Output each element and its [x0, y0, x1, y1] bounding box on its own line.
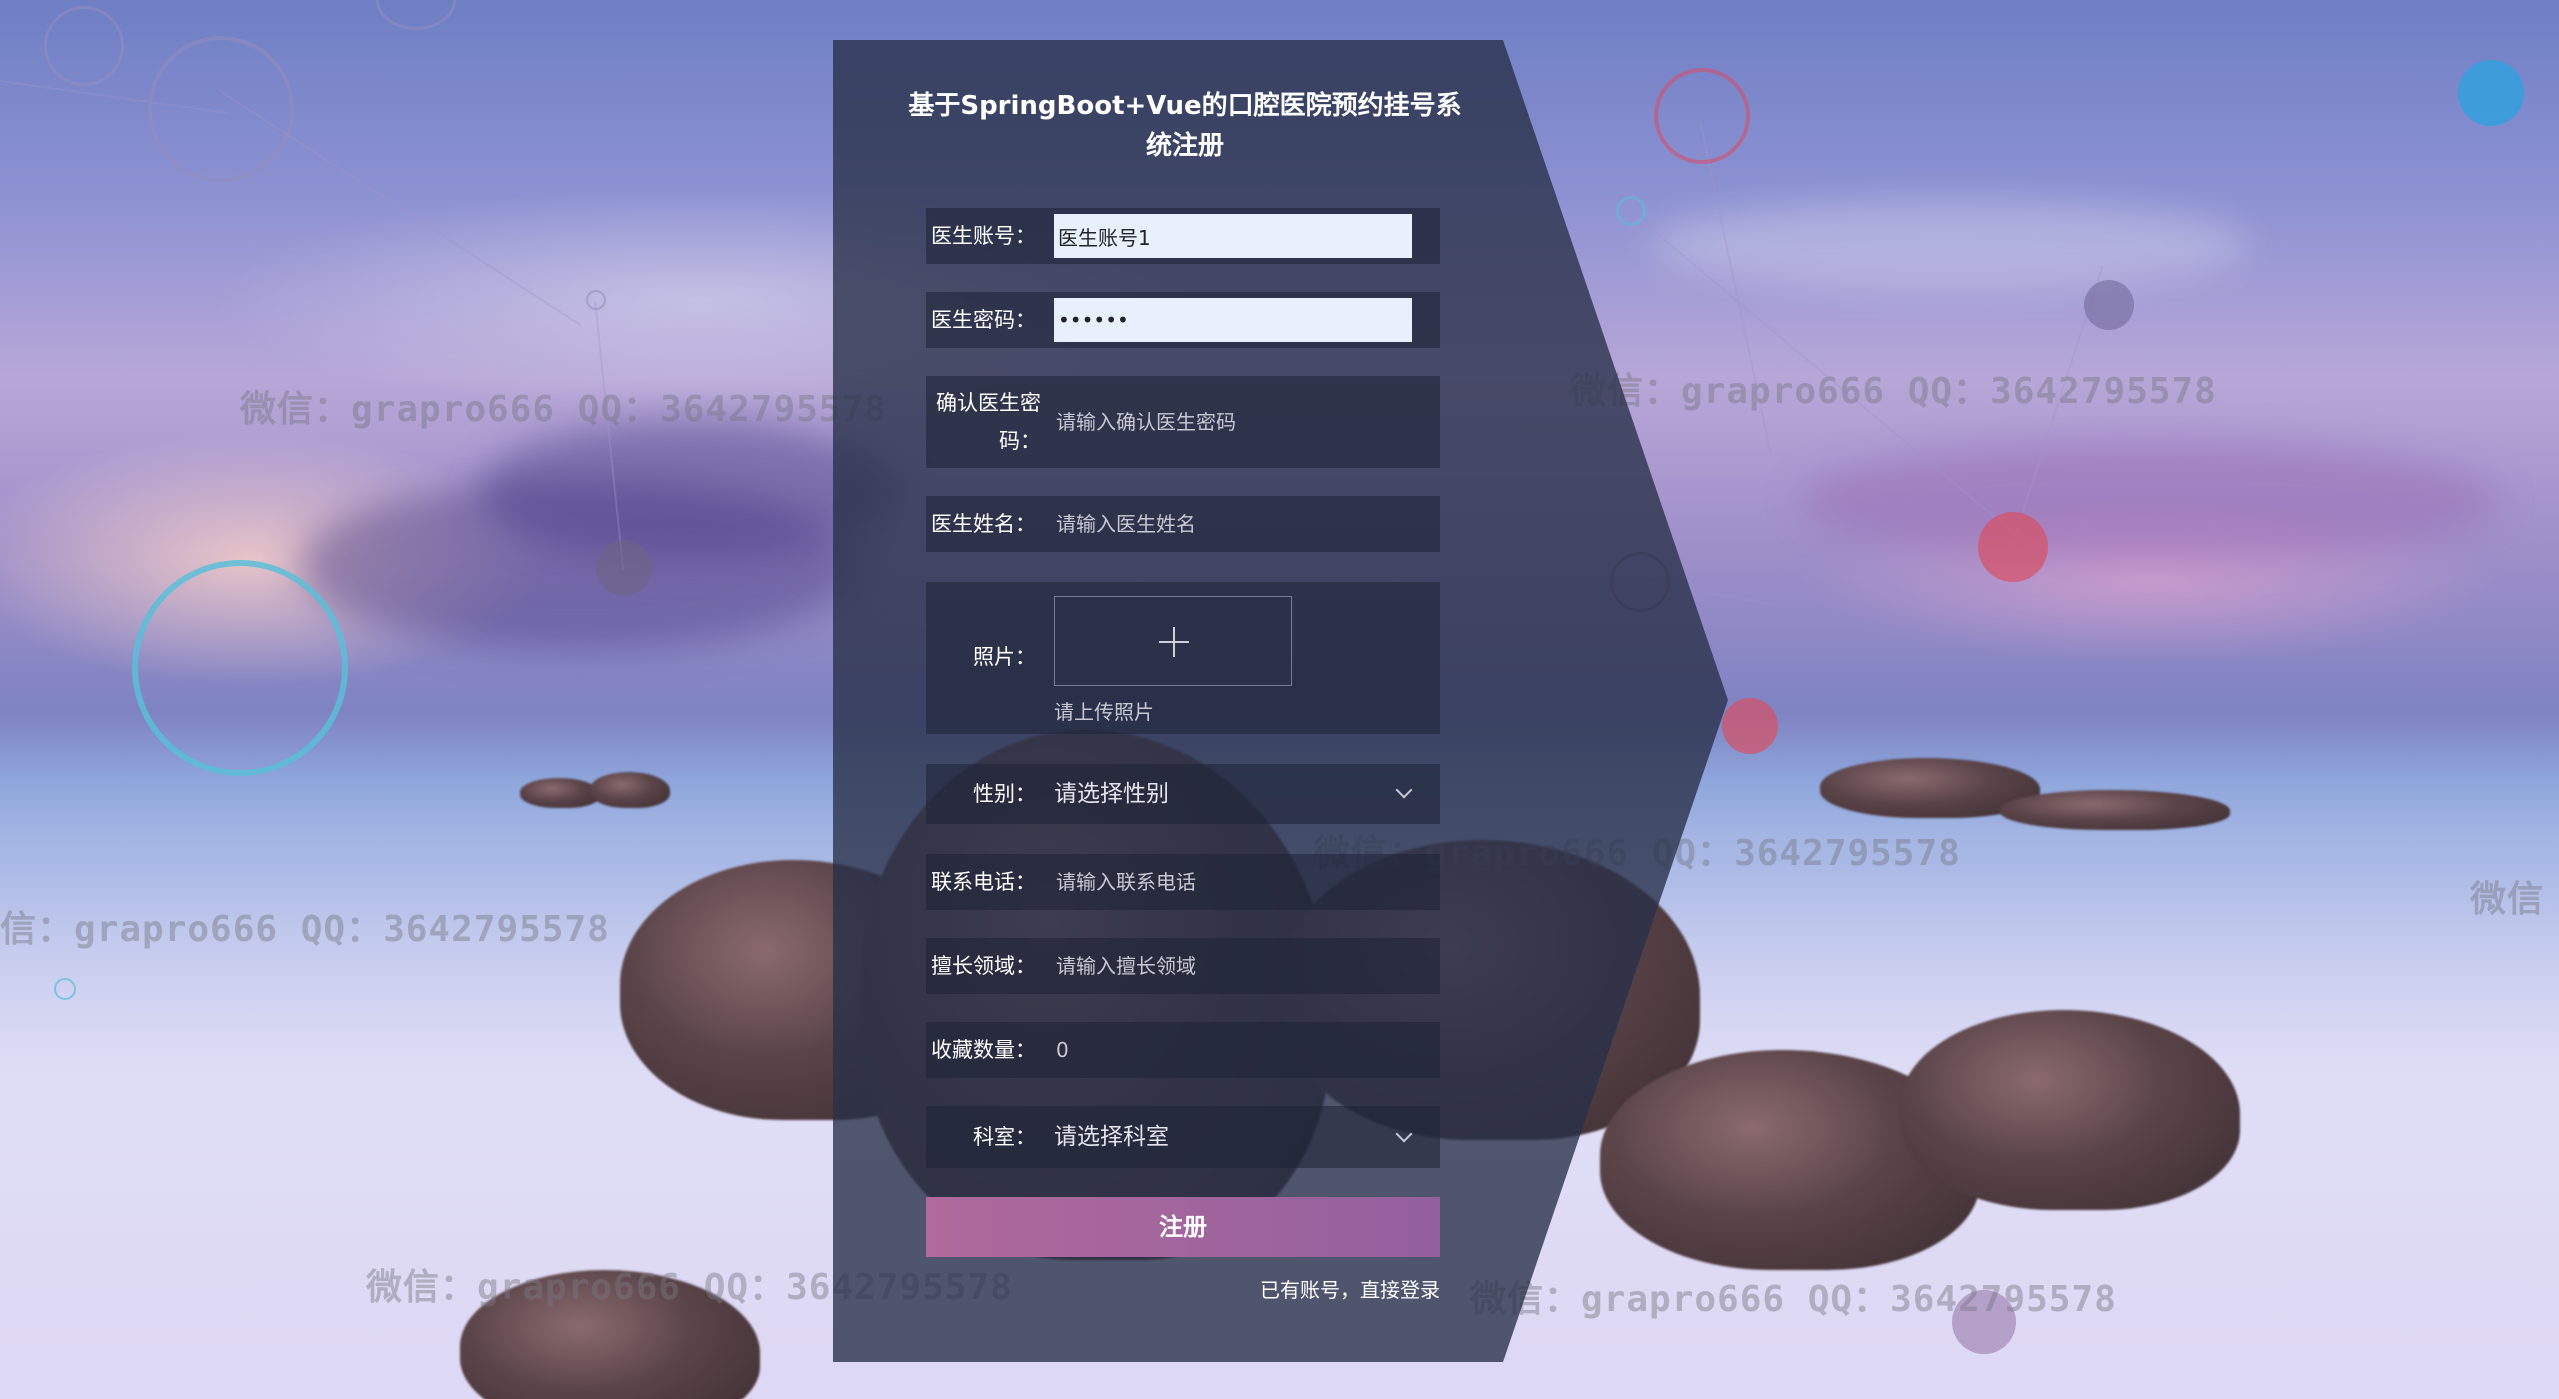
- decor-circle: [132, 560, 348, 776]
- account-row: 医生账号：: [926, 208, 1440, 264]
- password-row: 医生密码：: [926, 292, 1440, 348]
- account-input[interactable]: [1054, 214, 1412, 258]
- phone-input[interactable]: [1054, 860, 1412, 904]
- password-label: 医生密码：: [931, 308, 1036, 332]
- name-label: 医生姓名：: [931, 512, 1036, 536]
- cloud: [1800, 440, 2500, 560]
- decor-circle: [54, 978, 76, 1000]
- page-title: 基于SpringBoot+Vue的口腔医院预约挂号系统注册: [908, 91, 1462, 161]
- island-rock: [520, 778, 600, 808]
- watermark-text: 微信：grapro666 QQ：3642795578: [240, 389, 887, 430]
- decor-circle: [1654, 68, 1750, 164]
- decor-circle: [586, 290, 606, 310]
- department-select[interactable]: 科室： 请选择科室: [926, 1106, 1440, 1168]
- decor-circle: [1722, 698, 1778, 754]
- password-input[interactable]: [1054, 298, 1412, 342]
- chevron-down-icon: [1395, 781, 1413, 799]
- watermark-text: 微信：grapro666 QQ：3642795578: [1470, 1279, 2117, 1320]
- watermark-text: 微信: [2470, 879, 2545, 920]
- decor-circle: [44, 6, 124, 86]
- photo-row: 照片： 请上传照片: [926, 582, 1440, 734]
- background-scene: 微信：grapro666 QQ：3642795578 微信：grapro666 …: [0, 0, 2559, 1399]
- confirm-password-row: 确认医生密码：: [926, 376, 1440, 468]
- phone-label: 联系电话：: [931, 870, 1036, 894]
- decor-circle: [1978, 512, 2048, 582]
- account-label: 医生账号：: [931, 224, 1036, 248]
- department-label: 科室：: [973, 1125, 1036, 1149]
- gender-select[interactable]: 性别： 请选择性别: [926, 764, 1440, 824]
- chevron-down-icon: [1395, 1125, 1413, 1143]
- watermark-text: 信：grapro666 QQ：3642795578: [0, 909, 610, 950]
- photo-hint: 请上传照片: [1054, 700, 1154, 724]
- department-placeholder: 请选择科室: [1054, 1124, 1169, 1150]
- decor-circle: [2084, 280, 2134, 330]
- cloud: [1650, 200, 2250, 290]
- specialty-label: 擅长领域：: [931, 954, 1036, 978]
- phone-row: 联系电话：: [926, 854, 1440, 910]
- foreground-rock: [1900, 1010, 2240, 1210]
- decor-circle: [148, 36, 294, 182]
- name-row: 医生姓名：: [926, 496, 1440, 552]
- confirm-password-input[interactable]: [1054, 400, 1412, 444]
- photo-label: 照片：: [973, 645, 1036, 669]
- decor-circle: [596, 540, 652, 596]
- register-button[interactable]: 注册: [926, 1197, 1440, 1257]
- login-link[interactable]: 已有账号，直接登录: [1190, 1274, 1440, 1303]
- decor-circle: [2458, 60, 2524, 126]
- island-rock: [590, 772, 670, 808]
- plus-icon: [1159, 627, 1189, 657]
- favorites-label: 收藏数量：: [931, 1038, 1036, 1062]
- specialty-input[interactable]: [1054, 944, 1412, 988]
- island-rock: [2000, 790, 2230, 830]
- watermark-text: 微信：grapro666 QQ：3642795578: [1570, 371, 2217, 412]
- gender-placeholder: 请选择性别: [1054, 781, 1169, 807]
- confirm-password-label: 确认医生密码：: [936, 391, 1041, 453]
- photo-upload[interactable]: [1054, 596, 1292, 686]
- name-input[interactable]: [1054, 502, 1412, 546]
- specialty-row: 擅长领域：: [926, 938, 1440, 994]
- favorites-input[interactable]: [1054, 1028, 1412, 1072]
- decor-circle: [1616, 196, 1646, 226]
- favorites-row: 收藏数量：: [926, 1022, 1440, 1078]
- gender-label: 性别：: [973, 782, 1036, 806]
